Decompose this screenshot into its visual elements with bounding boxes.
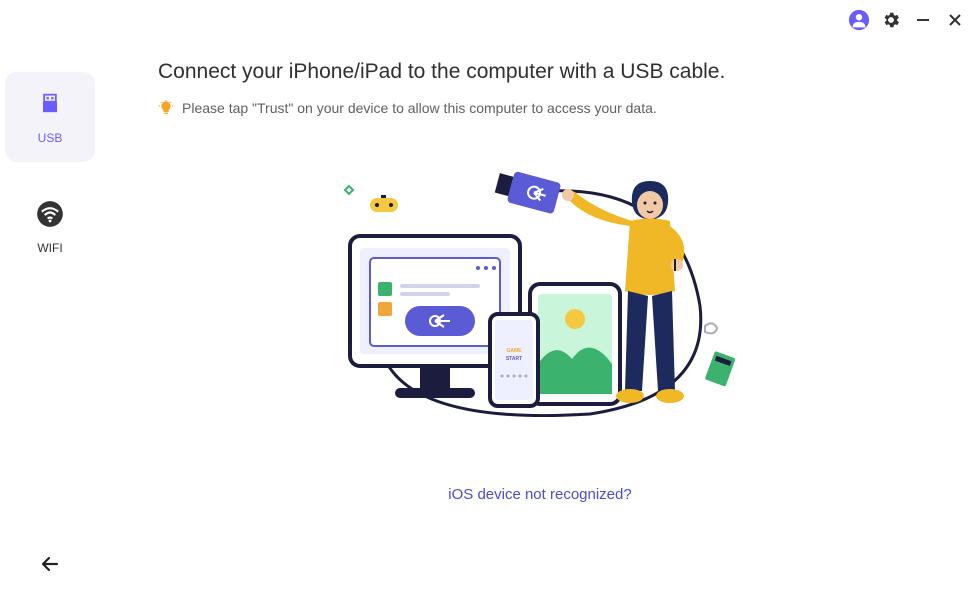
sidebar-item-usb[interactable]: USB xyxy=(5,72,95,162)
sidebar-item-label: USB xyxy=(38,131,63,145)
help-link[interactable]: iOS device not recognized? xyxy=(120,486,960,503)
account-icon[interactable] xyxy=(848,9,870,31)
wifi-icon xyxy=(36,200,64,233)
connect-illustration: GAME START xyxy=(120,166,960,446)
usb-icon xyxy=(36,90,64,123)
hint-text: Please tap "Trust" on your device to all… xyxy=(182,100,657,116)
lightbulb-icon xyxy=(158,100,174,116)
sidebar-item-label: WIFI xyxy=(37,241,62,255)
sidebar-item-wifi[interactable]: WIFI xyxy=(5,182,95,272)
svg-text:START: START xyxy=(506,356,522,362)
main-content: Connect your iPhone/iPad to the computer… xyxy=(120,60,960,503)
titlebar xyxy=(834,0,980,40)
close-icon[interactable] xyxy=(944,9,966,31)
svg-text:GAME: GAME xyxy=(507,348,523,354)
sidebar: USB WIFI xyxy=(0,40,100,599)
back-button[interactable] xyxy=(38,552,62,581)
hint-row: Please tap "Trust" on your device to all… xyxy=(158,100,960,116)
minimize-icon[interactable] xyxy=(912,9,934,31)
page-title: Connect your iPhone/iPad to the computer… xyxy=(158,60,960,84)
settings-icon[interactable] xyxy=(880,9,902,31)
